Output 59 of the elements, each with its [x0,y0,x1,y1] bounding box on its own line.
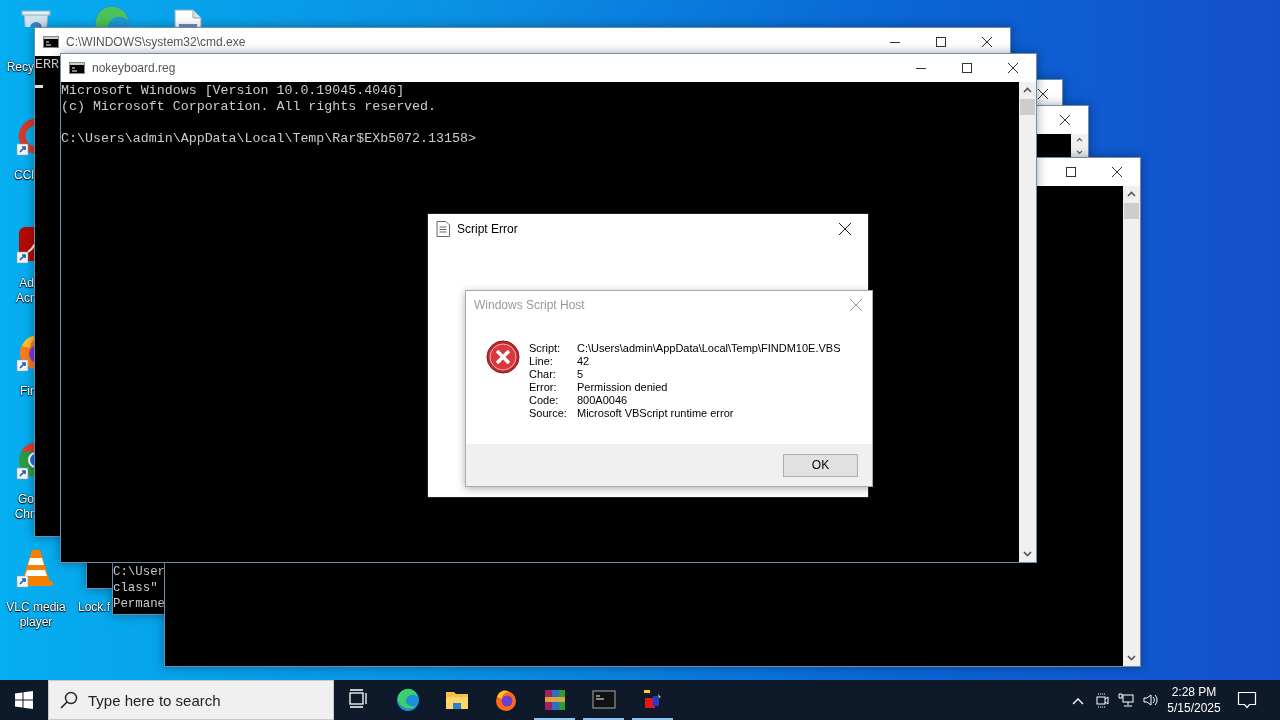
speech-bubble-icon [1237,690,1257,710]
field-label: Char: [529,368,557,381]
window-title: Script Error [457,221,518,236]
field-label: Code: [529,394,560,407]
field-value: 800A0046 [577,394,629,407]
window-title: C:\WINDOWS\system32\cmd.exe [66,35,246,49]
windows-logo-icon [15,691,33,709]
arc-icon[interactable] [16,116,34,156]
desktop-icon-label[interactable]: Fir [0,384,34,399]
field-value: C:\Users\admin\AppData\Local\Temp\FINDM10E.VBS [577,342,841,355]
maximize-icon [1066,167,1076,177]
network-icon [1118,692,1134,708]
app-tile-icon[interactable] [16,224,34,264]
book-stack-icon [542,688,567,712]
console-icon [43,36,59,48]
speaker-icon [1142,692,1158,708]
clock[interactable]: 2:28 PM 5/15/2025 [1162,680,1226,720]
close-icon [839,222,851,235]
close-icon [1060,115,1070,125]
error-icon [486,340,520,374]
desktop-icon-label[interactable]: VLC media player [0,600,72,630]
close-icon [1008,63,1018,73]
field-value: 5 [577,368,585,381]
scrollbar-thumb[interactable] [1020,99,1035,115]
field-label: Script: [529,342,562,355]
close-icon [1038,89,1048,99]
desktop-icon-label[interactable]: Ad Acr [0,276,34,306]
ok-button[interactable]: OK [783,453,858,477]
flame-globe-icon [493,688,518,712]
scrollbar-thumb[interactable] [1124,203,1139,219]
search-field[interactable]: Type here to search [48,680,334,720]
desktop-icon-label[interactable]: Recy [0,60,34,75]
document-icon [436,220,450,237]
close-icon [982,37,992,47]
field-value: Microsoft VBScript runtime error [577,407,735,420]
dialog-title: Windows Script Host [474,298,585,312]
field-label: Line: [529,355,554,368]
console-output: ERR [35,57,59,73]
desktop-icon-label[interactable]: Lock.f [76,600,110,615]
field-value: 42 [577,355,591,368]
field-value: Permission denied [577,381,669,394]
cone-icon[interactable] [16,548,56,588]
camera-icon [1094,692,1110,708]
console-icon [69,62,85,74]
swirl-icon [395,688,420,712]
desktop-icon-label[interactable]: CCl [0,168,34,183]
console-output: C:\Users\admin\AppData\Local\Temp\Rar$EXb5072.13158> [61,131,476,147]
field-label: Error: [529,381,558,394]
field-label: Source: [529,407,568,420]
close-icon [1112,167,1122,177]
console-icon [591,688,616,712]
search-icon [60,691,78,709]
console-output: Microsoft Windows [Version 10.0.19045.4046] (c) Microsoft Corporation. All rights reserved. [61,83,437,115]
maximize-icon [936,37,946,47]
window-title: nokeyboard.reg [92,61,176,75]
desktop-icon-label[interactable]: Go Chr [0,492,34,522]
close-icon [850,299,862,311]
console-output: C:\User class" Permane [113,564,166,612]
maximize-icon [962,63,972,73]
